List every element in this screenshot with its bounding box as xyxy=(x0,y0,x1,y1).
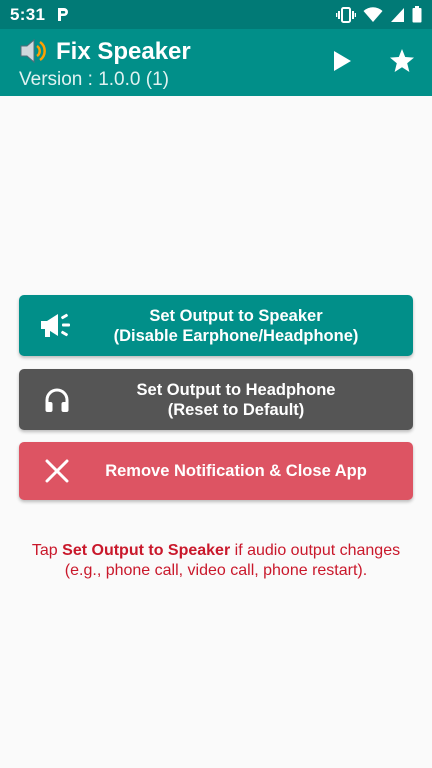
status-time: 5:31 xyxy=(10,4,46,24)
speaker-app-icon xyxy=(19,37,49,65)
set-output-speaker-button[interactable]: Set Output to Speaker (Disable Earphone/… xyxy=(19,295,413,356)
headphones-icon xyxy=(39,382,75,418)
wifi-icon xyxy=(363,6,383,23)
play-icon xyxy=(332,50,352,77)
hint-emphasis: Set Output to Speaker xyxy=(62,542,231,559)
headphone-button-line1: Set Output to Headphone xyxy=(136,380,336,399)
close-icon xyxy=(39,453,75,489)
hint-prefix: Tap xyxy=(31,542,63,559)
hint-suffix: if audio output changes xyxy=(230,542,401,559)
status-icons xyxy=(336,6,422,23)
battery-icon xyxy=(412,6,422,23)
hint-text: Tap Set Output to Speaker if audio outpu… xyxy=(0,541,432,581)
set-output-headphone-button[interactable]: Set Output to Headphone (Reset to Defaul… xyxy=(19,369,413,430)
megaphone-icon xyxy=(39,308,75,344)
vibrate-icon xyxy=(336,6,356,23)
remove-button-label: Remove Notification & Close App xyxy=(105,462,367,480)
hint-line1: Tap Set Output to Speaker if audio outpu… xyxy=(0,541,432,561)
rate-button[interactable] xyxy=(382,43,422,83)
remove-notification-close-button[interactable]: Remove Notification & Close App xyxy=(19,442,413,500)
signal-icon xyxy=(390,7,405,23)
p-notification-icon xyxy=(57,7,69,22)
app-title: Fix Speaker xyxy=(56,38,191,65)
app-bar: Fix Speaker Version : 1.0.0 (1) xyxy=(0,29,432,96)
status-left: 5:31 xyxy=(10,5,69,25)
hint-line2: (e.g., phone call, video call, phone res… xyxy=(64,562,368,579)
speaker-button-label: Set Output to Speaker (Disable Earphone/… xyxy=(19,306,413,346)
status-bar: 5:31 xyxy=(0,0,432,29)
star-icon xyxy=(389,48,415,78)
app-version: Version : 1.0.0 (1) xyxy=(19,69,169,90)
speaker-button-line1: Set Output to Speaker xyxy=(149,306,323,325)
headphone-button-label: Set Output to Headphone (Reset to Defaul… xyxy=(19,380,413,420)
speaker-button-line2: (Disable Earphone/Headphone) xyxy=(113,326,359,345)
headphone-button-line2: (Reset to Default) xyxy=(167,400,305,419)
play-button[interactable] xyxy=(322,43,362,83)
